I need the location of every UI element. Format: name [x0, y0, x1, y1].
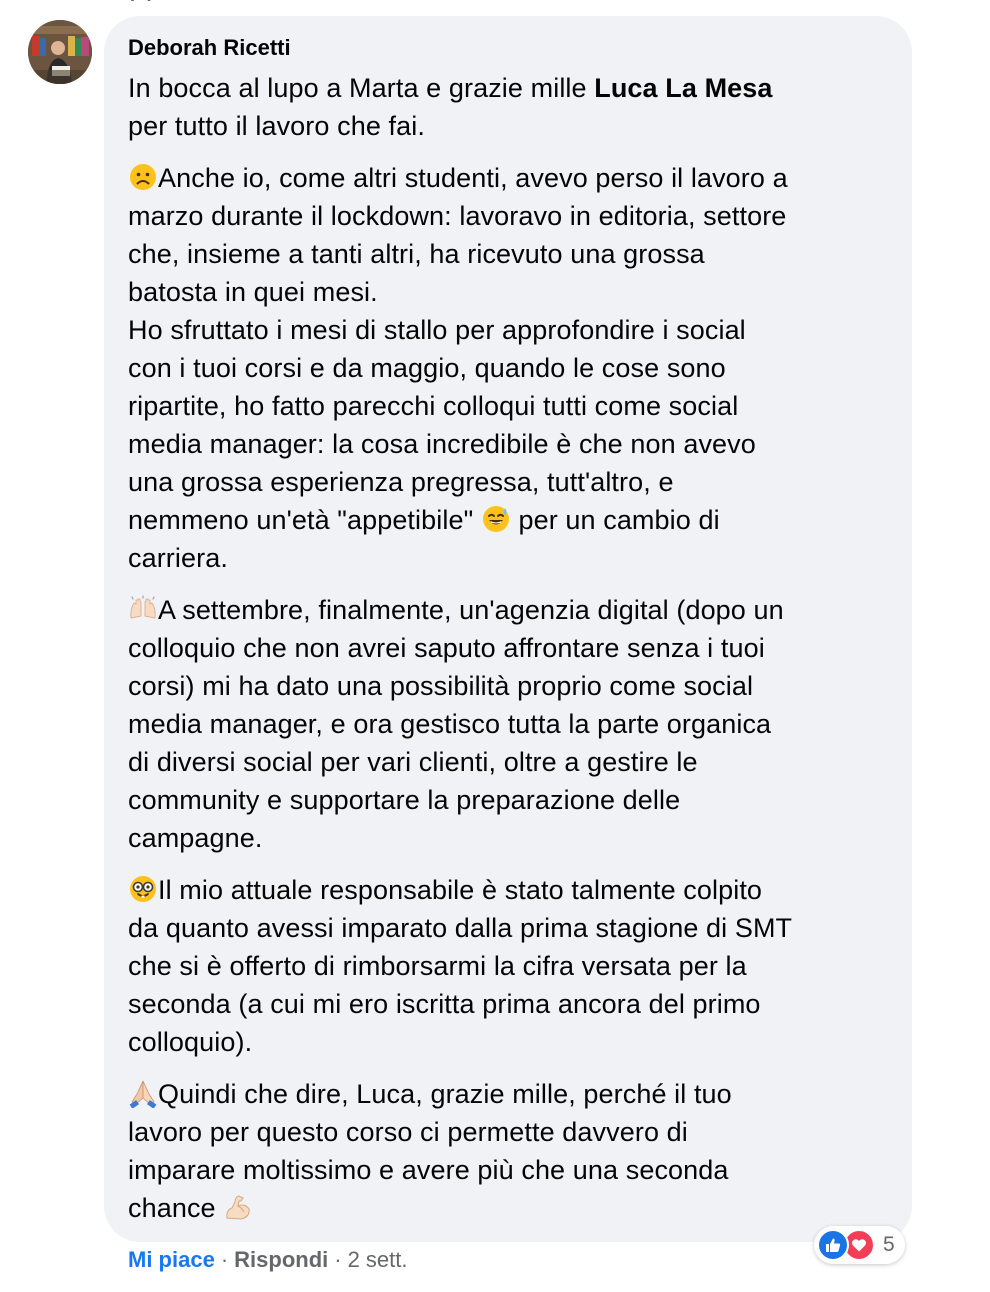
comment-line: campagne.	[128, 823, 263, 853]
comment-paragraph: In bocca al lupo a Marta e grazie mille …	[128, 69, 888, 145]
comment-line: batosta in quei mesi.	[128, 277, 378, 307]
sweat-smile-emoji	[481, 504, 511, 534]
comment-author-name[interactable]: Deborah Ricetti	[128, 33, 888, 63]
comment-line: di diversi social per vari clienti, oltr…	[128, 747, 698, 777]
comment-line: da quanto avessi imparato dalla prima st…	[128, 913, 793, 943]
comment-line: marzo durante il lockdown: lavoravo in e…	[128, 201, 787, 231]
comment-line: Quindi che dire, Luca, grazie mille, per…	[128, 1075, 888, 1113]
comment-line: colloquio).	[128, 1027, 253, 1057]
comment-line: Il mio attuale responsabile è stato talm…	[128, 871, 888, 909]
comment-line: una grossa esperienza pregressa, tutt'al…	[128, 467, 674, 497]
mention-link[interactable]: Luca La Mesa	[594, 73, 772, 103]
comment-line: chance	[128, 1189, 888, 1227]
comment-line: carriera.	[128, 543, 228, 573]
comment-line: Ho sfruttato i mesi di stallo per approf…	[128, 315, 746, 345]
comment-thread: · · Deborah Ricetti In bocca al lupo a M…	[0, 0, 990, 1292]
comment-line: Anche io, come altri studenti, avevo per…	[128, 159, 888, 197]
comment-paragraph: Anche io, come altri studenti, avevo per…	[128, 159, 888, 577]
comment-timestamp[interactable]: 2 sett.	[348, 1247, 408, 1272]
comment-paragraph: A settembre, finalmente, un'agenzia digi…	[128, 591, 888, 857]
author-avatar[interactable]	[28, 20, 92, 84]
separator: ·	[334, 1247, 342, 1272]
previous-comment-fragment: · ·	[128, 0, 153, 12]
comment-actions: Mi piace · Rispondi · 2 sett.	[128, 1246, 408, 1274]
comment-line: media manager: la cosa incredibile è che…	[128, 429, 756, 459]
comment-line: nemmeno un'età "appetibile" per un cambi…	[128, 504, 720, 535]
frowning-face-emoji	[128, 162, 158, 192]
like-comment-link[interactable]: Mi piace	[128, 1247, 215, 1272]
comment-line: ripartite, ho fatto parecchi colloqui tu…	[128, 391, 739, 421]
comment-line: In bocca al lupo a Marta e grazie mille …	[128, 73, 773, 103]
comment-line: lavoro per questo corso ci permette davv…	[128, 1117, 688, 1147]
comment-line: media manager, e ora gestisco tutta la p…	[128, 709, 772, 739]
reaction-count: 5	[883, 1233, 895, 1256]
comment-line: community e supportare la preparazione d…	[128, 785, 681, 815]
reply-comment-link[interactable]: Rispondi	[234, 1247, 328, 1272]
comment-line: che, insieme a tanti altri, ha ricevuto …	[128, 239, 705, 269]
comment-line: imparare moltissimo e avere più che una …	[128, 1155, 729, 1185]
raising-hands-emoji	[128, 594, 158, 624]
comment-bubble: Deborah Ricetti In bocca al lupo a Marta…	[104, 16, 912, 1242]
comment-line: con i tuoi corsi e da maggio, quando le …	[128, 353, 726, 383]
flexed-biceps-emoji	[223, 1192, 253, 1222]
comment-line: A settembre, finalmente, un'agenzia digi…	[128, 591, 888, 629]
reaction-summary[interactable]: 5	[814, 1226, 905, 1264]
comment-line: per tutto il lavoro che fai.	[128, 111, 425, 141]
comment-paragraph: Il mio attuale responsabile è stato talm…	[128, 871, 888, 1061]
comment-paragraph: Quindi che dire, Luca, grazie mille, per…	[128, 1075, 888, 1227]
folded-hands-emoji	[128, 1078, 158, 1108]
comment-line: colloquio che non avrei saputo affrontar…	[128, 633, 765, 663]
nerd-face-emoji	[128, 874, 158, 904]
comment-line: seconda (a cui mi ero iscritta prima anc…	[128, 989, 761, 1019]
separator: ·	[220, 1247, 229, 1272]
comment-line: che si è offerto di rimborsarmi la cifra…	[128, 951, 747, 981]
comment-line: corsi) mi ha dato una possibilità propri…	[128, 671, 754, 701]
like-reaction-icon	[817, 1229, 849, 1261]
